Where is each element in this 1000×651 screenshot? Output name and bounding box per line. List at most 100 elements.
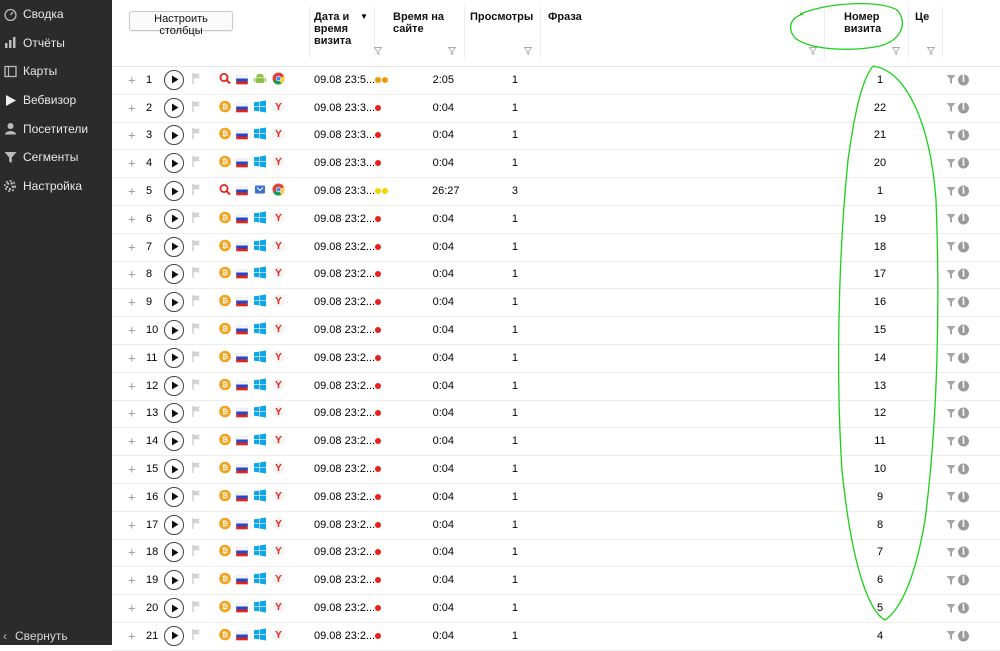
expand-row-button[interactable]: +	[128, 295, 136, 310]
expand-row-button[interactable]: +	[128, 489, 136, 504]
flag-icon[interactable]	[192, 601, 201, 615]
play-recording-button[interactable]	[164, 97, 184, 118]
info-icon[interactable]: i	[958, 129, 969, 141]
table-row[interactable]: +12 ₿ Y 09.08 23:2... 0:04 1 13 i	[112, 372, 1000, 401]
table-row[interactable]: +11 ₿ Y 09.08 23:2... 0:04 1 14 i	[112, 344, 1000, 373]
table-row[interactable]: +16 ₿ Y 09.08 23:2... 0:04 1 9 i	[112, 483, 1000, 512]
table-row[interactable]: +10 ₿ Y 09.08 23:2... 0:04 1 15 i	[112, 316, 1000, 345]
sidebar-item-2[interactable]: Карты	[0, 57, 112, 86]
filter-icon[interactable]	[946, 603, 956, 613]
expand-row-button[interactable]: +	[128, 323, 136, 338]
filter-icon[interactable]	[946, 492, 956, 502]
info-icon[interactable]: i	[958, 491, 969, 503]
play-recording-button[interactable]	[164, 431, 184, 452]
sidebar-item-5[interactable]: Сегменты	[0, 143, 112, 172]
expand-row-button[interactable]: +	[128, 378, 136, 393]
filter-icon[interactable]	[448, 47, 456, 55]
table-row[interactable]: +2 ₿ Y 09.08 23:3... 0:04 1 22 i	[112, 94, 1000, 123]
flag-icon[interactable]	[192, 128, 201, 142]
play-recording-button[interactable]	[164, 347, 184, 368]
filter-icon[interactable]	[946, 214, 956, 224]
play-recording-button[interactable]	[164, 292, 184, 313]
expand-row-button[interactable]: +	[128, 350, 136, 365]
expand-row-button[interactable]: +	[128, 406, 136, 421]
filter-icon[interactable]	[946, 186, 956, 196]
filter-icon[interactable]	[892, 47, 900, 55]
flag-icon[interactable]	[192, 489, 201, 504]
filter-icon[interactable]	[374, 47, 382, 55]
flag-icon[interactable]	[192, 406, 201, 420]
filter-icon[interactable]	[946, 158, 956, 168]
filter-icon[interactable]	[946, 575, 956, 585]
expand-row-button[interactable]: +	[128, 128, 136, 143]
flag-icon[interactable]	[192, 517, 201, 532]
filter-icon[interactable]	[946, 381, 956, 391]
info-icon[interactable]: i	[958, 519, 969, 531]
expand-row-button[interactable]: +	[128, 267, 136, 282]
play-recording-button[interactable]	[164, 125, 184, 146]
info-icon[interactable]: i	[958, 241, 969, 253]
column-header-datetime[interactable]: Дата и время визита	[314, 11, 366, 47]
play-recording-button[interactable]	[164, 542, 184, 563]
expand-row-button[interactable]: +	[128, 72, 136, 87]
play-recording-button[interactable]	[164, 208, 184, 229]
info-icon[interactable]: i	[958, 380, 969, 392]
filter-icon[interactable]	[809, 47, 817, 55]
expand-row-button[interactable]: +	[128, 100, 136, 115]
flag-icon[interactable]	[192, 434, 201, 448]
table-row[interactable]: +19 ₿ Y 09.08 23:2... 0:04 1 6 i	[112, 566, 1000, 596]
table-row[interactable]: +15 ₿ Y 09.08 23:2... 0:04 1 10 i	[112, 455, 1000, 484]
info-icon[interactable]: i	[958, 574, 969, 586]
flag-icon[interactable]	[192, 239, 201, 254]
filter-icon[interactable]	[946, 103, 956, 113]
play-recording-button[interactable]	[164, 459, 184, 480]
info-icon[interactable]: i	[958, 157, 969, 169]
flag-icon[interactable]	[192, 72, 201, 87]
info-icon[interactable]: i	[958, 102, 969, 114]
info-icon[interactable]: i	[958, 546, 969, 558]
table-row[interactable]: +1 09.08 23:5... 2:05 1 1 i	[112, 66, 1000, 95]
expand-row-button[interactable]: +	[128, 545, 136, 560]
info-icon[interactable]: i	[958, 352, 969, 364]
play-recording-button[interactable]	[164, 625, 184, 646]
flag-icon[interactable]	[192, 211, 201, 226]
expand-row-button[interactable]: +	[128, 184, 136, 199]
filter-icon[interactable]	[946, 75, 956, 85]
filter-icon[interactable]	[946, 242, 956, 252]
info-icon[interactable]: i	[958, 630, 969, 642]
expand-row-button[interactable]: +	[128, 573, 136, 588]
info-icon[interactable]: i	[958, 185, 969, 197]
table-row[interactable]: +13 ₿ Y 09.08 23:2... 0:04 1 12 i	[112, 400, 1000, 429]
table-row[interactable]: +7 ₿ Y 09.08 23:2... 0:04 1 18 i	[112, 233, 1000, 262]
filter-icon[interactable]	[524, 47, 532, 55]
filter-icon[interactable]	[946, 436, 956, 446]
flag-icon[interactable]	[192, 462, 201, 476]
column-header-phrase[interactable]: Фраза	[548, 11, 582, 23]
sidebar-item-3[interactable]: Вебвизор	[0, 86, 112, 115]
play-recording-button[interactable]	[164, 403, 184, 424]
table-row[interactable]: +6 ₿ Y 09.08 23:2... 0:04 1 19 i	[112, 205, 1000, 234]
table-row[interactable]: +3 ₿ Y 09.08 23:3... 0:04 1 21 i	[112, 122, 1000, 151]
filter-icon[interactable]	[927, 47, 935, 55]
play-recording-button[interactable]	[164, 153, 184, 174]
table-row[interactable]: +17 ₿ Y 09.08 23:2... 0:04 1 8 i	[112, 511, 1000, 540]
table-row[interactable]: +9 ₿ Y 09.08 23:2... 0:04 1 16 i	[112, 288, 1000, 318]
configure-columns-button[interactable]: Настроить столбцы	[129, 11, 233, 37]
table-row[interactable]: +21 ₿ Y 09.08 23:2... 0:04 1 4 i	[112, 622, 1000, 651]
info-icon[interactable]: i	[958, 74, 969, 86]
flag-icon[interactable]	[192, 378, 201, 393]
flag-icon[interactable]	[192, 267, 201, 281]
filter-icon[interactable]	[946, 325, 956, 335]
table-row[interactable]: +18 ₿ Y 09.08 23:2... 0:04 1 7 i	[112, 539, 1000, 568]
play-recording-button[interactable]	[164, 236, 184, 257]
flag-icon[interactable]	[192, 156, 201, 170]
filter-icon[interactable]	[946, 130, 956, 140]
filter-icon[interactable]	[946, 269, 956, 279]
column-header-visit-number[interactable]: Номер визита	[844, 11, 894, 35]
expand-row-button[interactable]: +	[128, 517, 136, 532]
expand-row-button[interactable]: +	[128, 601, 136, 616]
column-header-goals[interactable]: Це	[915, 11, 929, 23]
column-header-pageviews[interactable]: Просмотры	[470, 11, 533, 23]
table-row[interactable]: +5 09.08 23:3... 26:27 3 1 i	[112, 177, 1000, 206]
play-recording-button[interactable]	[164, 320, 184, 341]
